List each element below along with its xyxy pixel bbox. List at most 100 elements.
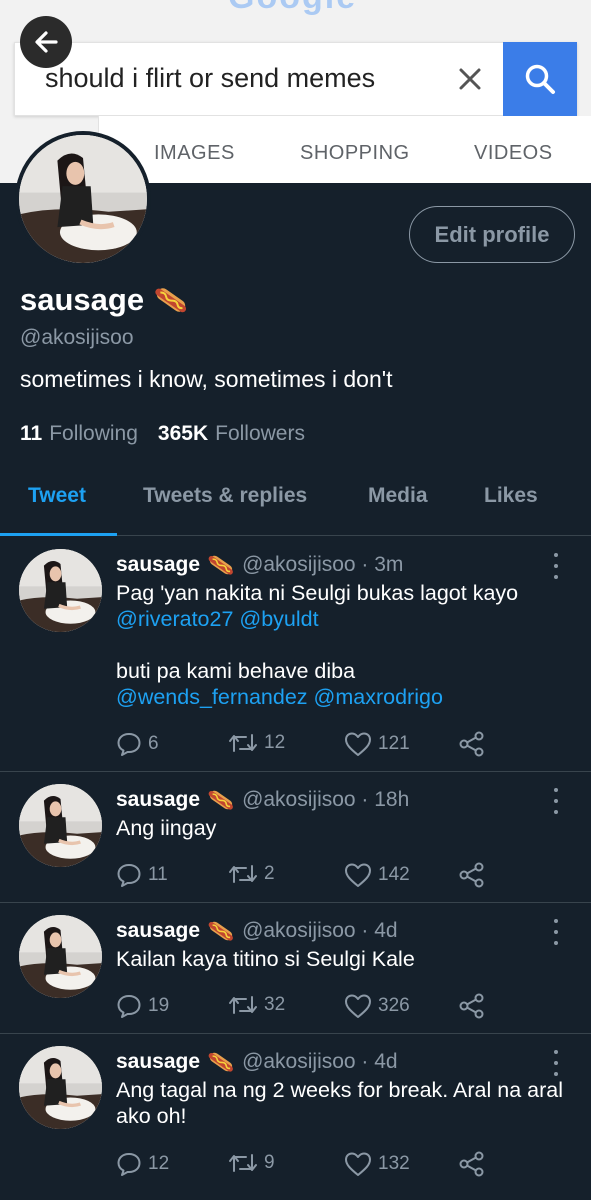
share-icon: [458, 862, 486, 888]
tweet-avatar[interactable]: [19, 1046, 102, 1129]
profile-bio: sometimes i know, sometimes i don't: [20, 366, 393, 392]
tweet-handle-time: @akosijisoo · 4d: [242, 919, 398, 942]
reply-icon: [116, 993, 142, 1019]
tweet-menu-button[interactable]: [548, 1050, 564, 1076]
share-icon: [458, 731, 486, 757]
profile-name: sausage: [20, 282, 190, 318]
search-input[interactable]: should i flirt or send memes: [45, 63, 375, 94]
tab-tweets-replies[interactable]: Tweets & replies: [143, 484, 307, 508]
reply-icon: [116, 1151, 142, 1177]
tweet-author: sausage: [116, 553, 201, 576]
following-link[interactable]: 11 Following: [20, 422, 138, 446]
tweet-text: Kailan kaya titino si Seulgi Kale: [116, 947, 415, 971]
reply-button[interactable]: 12: [116, 1151, 169, 1177]
tweet[interactable]: sausage @akosijisoo · 4d Ang tagal na ng…: [0, 1034, 591, 1200]
tweet-menu-button[interactable]: [548, 553, 564, 579]
reply-icon: [116, 862, 142, 888]
followers-link[interactable]: 365K Followers: [158, 422, 305, 446]
tab-tweet[interactable]: Tweet: [28, 484, 86, 508]
profile-tabs: Tweet Tweets & replies Media Likes: [0, 470, 591, 536]
share-button[interactable]: [458, 993, 486, 1019]
tweet-header: sausage @akosijisoo · 3m: [116, 552, 403, 578]
avatar-photo: [19, 915, 102, 998]
heart-icon: [344, 731, 372, 757]
tweet[interactable]: sausage @akosijisoo · 18h Ang iingay 11 …: [0, 772, 591, 903]
retweet-button[interactable]: 12: [228, 731, 285, 755]
profile-name-text: sausage: [20, 282, 145, 317]
reply-count: 19: [148, 995, 170, 1016]
reply-icon: [116, 731, 142, 757]
like-button[interactable]: 326: [344, 993, 410, 1019]
retweet-count: 9: [264, 1152, 275, 1173]
share-icon: [458, 993, 486, 1019]
avatar-photo: [19, 784, 102, 867]
retweet-count: 32: [264, 994, 286, 1015]
tweet-mentions[interactable]: @riverato27 @byuldt: [116, 606, 576, 632]
tweet-header: sausage @akosijisoo · 4d: [116, 1049, 398, 1075]
tweet-text: Ang tagal na ng 2 weeks for break. Aral …: [116, 1078, 563, 1128]
retweet-icon: [228, 993, 258, 1017]
tweet-avatar[interactable]: [19, 784, 102, 867]
search-tab-images[interactable]: IMAGES: [154, 142, 235, 165]
tweet-author: sausage: [116, 1050, 201, 1073]
active-tab-indicator: [0, 533, 117, 536]
tweet-menu-button[interactable]: [548, 919, 564, 945]
tweet[interactable]: sausage @akosijisoo · 4d Kailan kaya tit…: [0, 903, 591, 1034]
search-button[interactable]: [503, 42, 577, 116]
tweet-author: sausage: [116, 788, 201, 811]
search-tab-videos[interactable]: VIDEOS: [474, 142, 553, 165]
tweet-header: sausage @akosijisoo · 4d: [116, 918, 398, 944]
tweet-author: sausage: [116, 919, 201, 942]
avatar-photo: [19, 549, 102, 632]
hotdog-icon: [206, 787, 236, 813]
hotdog-icon: [206, 918, 236, 944]
tweet-line: Pag 'yan nakita ni Seulgi bukas lagot ka…: [116, 581, 519, 605]
tweet-actions: 19 32 326: [116, 993, 496, 1021]
heart-icon: [344, 862, 372, 888]
tweet-menu-button[interactable]: [548, 788, 564, 814]
retweet-button[interactable]: 32: [228, 993, 285, 1017]
hotdog-icon: [206, 1049, 236, 1075]
clear-search-button[interactable]: [452, 61, 488, 97]
search-icon: [525, 64, 555, 94]
tweet-avatar[interactable]: [19, 915, 102, 998]
retweet-button[interactable]: 2: [228, 862, 275, 886]
tweet-avatar[interactable]: [19, 549, 102, 632]
tweet-handle-time: @akosijisoo · 3m: [242, 553, 404, 576]
search-tab-shopping[interactable]: SHOPPING: [300, 142, 410, 165]
like-button[interactable]: 142: [344, 862, 410, 888]
share-button[interactable]: [458, 731, 486, 757]
tab-likes[interactable]: Likes: [484, 484, 538, 508]
reply-count: 12: [148, 1153, 170, 1174]
profile-avatar[interactable]: [15, 131, 151, 267]
reply-button[interactable]: 11: [116, 862, 168, 888]
share-button[interactable]: [458, 862, 486, 888]
retweet-count: 2: [264, 863, 275, 884]
like-button[interactable]: 132: [344, 1151, 410, 1177]
reply-button[interactable]: 6: [116, 731, 159, 757]
tweet-mentions[interactable]: @wends_fernandez @maxrodrigo: [116, 684, 576, 710]
tweet[interactable]: sausage @akosijisoo · 3m Pag 'yan nakita…: [0, 537, 591, 772]
like-count: 326: [378, 995, 410, 1016]
share-button[interactable]: [458, 1151, 486, 1177]
retweet-icon: [228, 1151, 258, 1175]
retweet-button[interactable]: 9: [228, 1151, 275, 1175]
reply-count: 11: [148, 864, 168, 885]
like-button[interactable]: 121: [344, 731, 410, 757]
search-box[interactable]: should i flirt or send memes: [14, 42, 577, 116]
like-count: 132: [378, 1153, 410, 1174]
retweet-count: 12: [264, 732, 286, 753]
reply-button[interactable]: 19: [116, 993, 169, 1019]
tweet-text: Ang iingay: [116, 816, 217, 840]
avatar-photo: [19, 1046, 102, 1129]
tab-media[interactable]: Media: [368, 484, 428, 508]
retweet-icon: [228, 731, 258, 755]
tweet-actions: 12 9 132: [116, 1151, 496, 1179]
tweet-text: Pag 'yan nakita ni Seulgi bukas lagot ka…: [116, 580, 576, 710]
heart-icon: [344, 1151, 372, 1177]
followers-count: 365K: [157, 422, 209, 445]
back-button[interactable]: [20, 16, 72, 68]
close-icon: [459, 68, 481, 90]
tweet-actions: 6 12 121: [116, 731, 496, 759]
edit-profile-button[interactable]: Edit profile: [409, 206, 575, 263]
